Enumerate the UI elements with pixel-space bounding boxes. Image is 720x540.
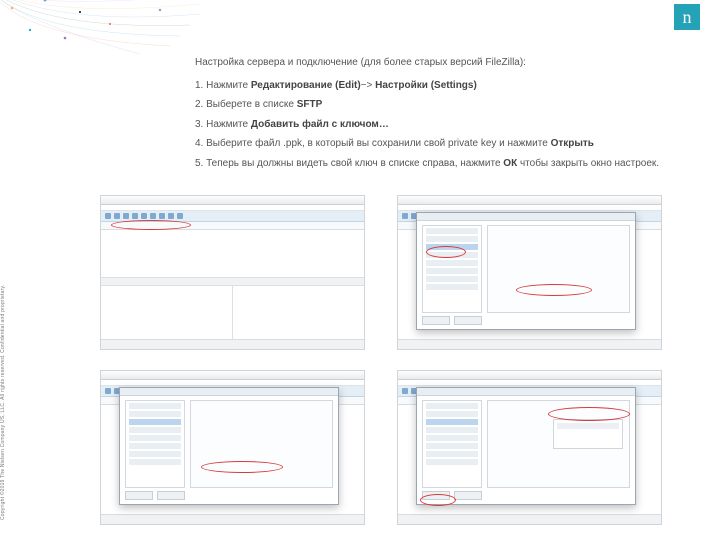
settings-dialog [416, 387, 636, 505]
screenshot-grid [100, 195, 662, 525]
step-bold: Редактирование (Edit) [251, 80, 361, 91]
step-bold: Настройки (Settings) [375, 80, 477, 91]
step-bold: Открыть [551, 138, 594, 149]
step-bold: SFTP [297, 99, 323, 110]
settings-dialog [416, 212, 636, 330]
screenshot-2 [397, 195, 662, 350]
window-titlebar [101, 196, 364, 205]
step-text: Теперь вы должны видеть свой ключ в спис… [206, 158, 503, 169]
step-number: 1. [195, 80, 203, 91]
step-text: −> [361, 80, 375, 91]
copyright-line: Copyright ©2019 The Nielsen Company US, … [0, 285, 6, 520]
step-text: Нажмите [206, 119, 251, 130]
step-text: Выберите файл .ppk, в который вы сохрани… [206, 138, 550, 149]
step-1: 1. Нажмите Редактирование (Edit)−> Настр… [195, 79, 685, 94]
settings-pane [487, 225, 630, 313]
decorative-network [0, 0, 200, 60]
screenshot-3 [100, 370, 365, 525]
section-title: Настройка сервера и подключение (для бол… [195, 56, 685, 71]
step-text: чтобы закрыть окно настроек. [517, 158, 659, 169]
step-4: 4. Выберите файл .ppk, в который вы сохр… [195, 137, 685, 152]
instruction-block: Настройка сервера и подключение (для бол… [195, 56, 685, 176]
step-number: 4. [195, 138, 203, 149]
step-5: 5. Теперь вы должны видеть свой ключ в с… [195, 157, 685, 172]
settings-tree [422, 225, 482, 313]
screenshot-4 [397, 370, 662, 525]
step-3: 3. Нажмите Добавить файл с ключом… [195, 118, 685, 133]
step-2: 2. Выберете в списке SFTP [195, 98, 685, 113]
step-bold: Добавить файл с ключом… [251, 119, 389, 130]
screenshot-1 [100, 195, 365, 350]
step-number: 2. [195, 99, 203, 110]
step-text: Нажмите [206, 80, 251, 91]
step-number: 5. [195, 158, 203, 169]
step-number: 3. [195, 119, 203, 130]
key-list [553, 419, 623, 449]
status-bar [101, 339, 364, 349]
brand-logo: n [674, 4, 700, 30]
step-bold: ОК [503, 158, 517, 169]
step-text: Выберете в списке [206, 99, 297, 110]
settings-dialog [119, 387, 339, 505]
window-toolbar [101, 211, 364, 222]
quickconnect-bar [101, 222, 364, 230]
